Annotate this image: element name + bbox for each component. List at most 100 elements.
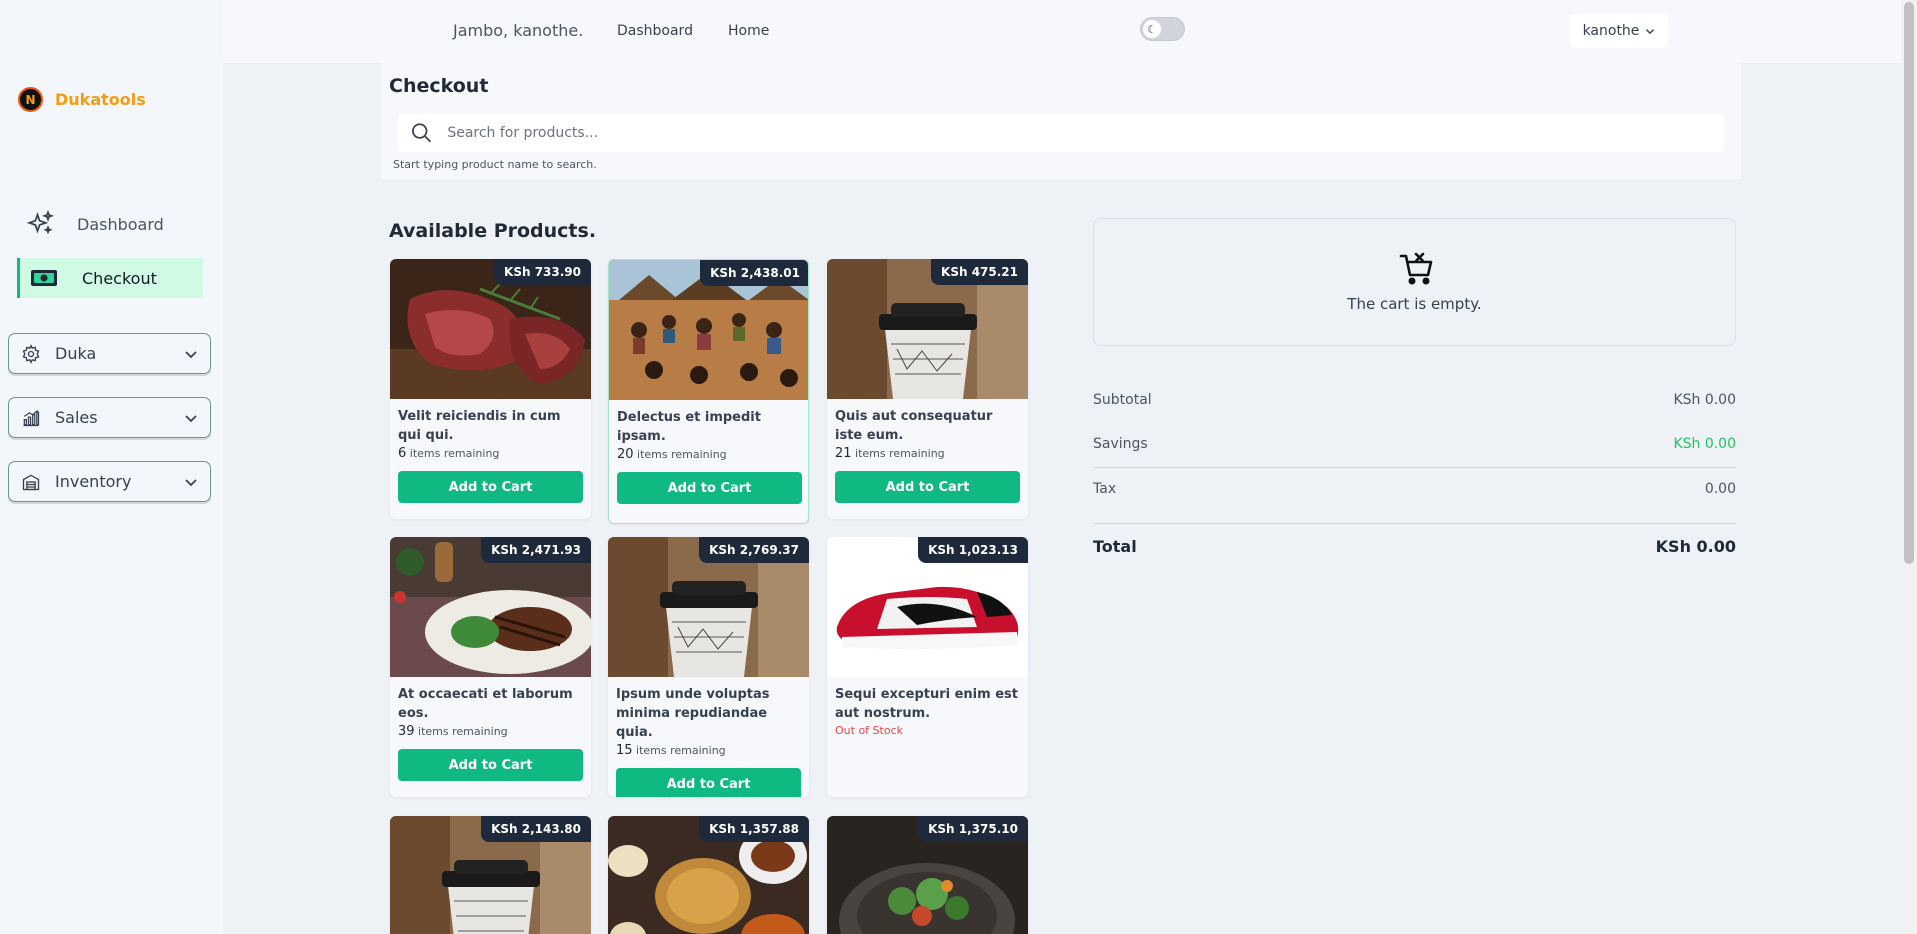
cart-panel: The cart is empty. bbox=[1093, 218, 1736, 346]
sidebar-group-duka[interactable]: Duka bbox=[8, 333, 211, 374]
tax-value: 0.00 bbox=[1704, 481, 1736, 497]
stock-label: items remaining bbox=[855, 447, 945, 460]
price-tag: KSh 475.21 bbox=[931, 259, 1028, 285]
brand-logo-icon: N bbox=[18, 87, 43, 112]
tax-row: Tax 0.00 bbox=[1093, 481, 1736, 497]
product-card[interactable]: KSh 1,023.13 Sequi excepturi enim est au… bbox=[827, 537, 1028, 797]
stock-label: items remaining bbox=[636, 744, 726, 757]
stock-info: 21 items remaining bbox=[835, 446, 1020, 461]
cart-x-icon bbox=[1399, 252, 1433, 285]
sidebar-item-checkout[interactable]: Checkout bbox=[17, 258, 203, 298]
product-name: Sequi excepturi enim est aut nostrum. bbox=[835, 687, 1018, 721]
top-bar: Jambo, kanothe. Dashboard Home ☾ kanothe bbox=[223, 0, 1901, 63]
product-card[interactable]: KSh 475.21 Quis aut consequatur iste eum… bbox=[827, 259, 1028, 519]
product-image[interactable]: KSh 1,023.13 bbox=[827, 537, 1028, 677]
add-to-cart-button[interactable]: Add to Cart bbox=[616, 768, 801, 797]
product-image[interactable]: KSh 2,769.37 bbox=[608, 537, 809, 677]
chevron-down-icon bbox=[185, 478, 197, 486]
product-card[interactable]: KSh 2,438.01 Delectus et impedit ipsam. … bbox=[608, 259, 809, 524]
subtotal-row: Subtotal KSh 0.00 bbox=[1093, 392, 1736, 408]
stock-count: 15 bbox=[616, 743, 633, 758]
gear-icon bbox=[22, 343, 40, 364]
product-image[interactable]: KSh 733.90 bbox=[390, 259, 591, 399]
price-tag: KSh 2,143.80 bbox=[481, 816, 591, 842]
moon-icon: ☾ bbox=[1143, 20, 1161, 38]
main-content: Checkout Start typing product name to se… bbox=[223, 63, 1901, 934]
add-to-cart-button[interactable]: Add to Cart bbox=[398, 749, 583, 781]
product-card[interactable]: KSh 2,471.93 At occaecati et laborum eos… bbox=[390, 537, 591, 797]
price-tag: KSh 733.90 bbox=[494, 259, 591, 285]
divider bbox=[1093, 467, 1736, 468]
product-name: Quis aut consequatur iste eum. bbox=[835, 409, 993, 443]
page-title: Checkout bbox=[389, 75, 489, 97]
user-menu-button[interactable]: kanothe bbox=[1570, 14, 1668, 48]
user-name: kanothe bbox=[1582, 23, 1640, 39]
product-image[interactable]: KSh 2,143.80 bbox=[390, 816, 591, 934]
sparkles-icon bbox=[27, 210, 55, 235]
greeting: Jambo, kanothe. bbox=[453, 21, 584, 40]
chevron-down-icon bbox=[1646, 29, 1655, 35]
stock-label: items remaining bbox=[637, 448, 727, 461]
price-tag: KSh 2,438.01 bbox=[700, 260, 808, 286]
product-image[interactable]: KSh 2,471.93 bbox=[390, 537, 591, 677]
product-image[interactable]: KSh 1,357.88 bbox=[608, 816, 809, 934]
sidebar-group-label: Duka bbox=[55, 344, 97, 363]
stock-info: 6 items remaining bbox=[398, 446, 583, 461]
sidebar-group-sales[interactable]: Sales bbox=[8, 397, 211, 438]
theme-toggle[interactable]: ☾ bbox=[1140, 17, 1185, 41]
products-section-title: Available Products. bbox=[389, 220, 597, 242]
product-card[interactable]: KSh 733.90 Velit reiciendis in cum qui q… bbox=[390, 259, 591, 519]
checkout-header: Checkout Start typing product name to se… bbox=[381, 63, 1741, 179]
product-name: Delectus et impedit ipsam. bbox=[617, 410, 761, 444]
product-card[interactable]: KSh 2,769.37 Ipsum unde voluptas minima … bbox=[608, 537, 809, 797]
add-to-cart-button[interactable]: Add to Cart bbox=[617, 472, 802, 504]
search-box[interactable] bbox=[398, 114, 1724, 152]
product-card[interactable]: KSh 1,357.88 bbox=[608, 816, 809, 934]
search-input[interactable] bbox=[447, 125, 1724, 141]
sidebar-item-label: Dashboard bbox=[77, 214, 164, 234]
subtotal-label: Subtotal bbox=[1093, 392, 1152, 408]
price-tag: KSh 2,769.37 bbox=[699, 537, 809, 563]
sidebar: N Dukatools Dashboard Checkout Duka Sale… bbox=[0, 0, 223, 934]
subtotal-value: KSh 0.00 bbox=[1673, 392, 1736, 408]
savings-row: Savings KSh 0.00 bbox=[1093, 436, 1736, 452]
brand-name: Dukatools bbox=[55, 90, 146, 109]
sidebar-group-label: Sales bbox=[55, 408, 98, 427]
stock-info: 20 items remaining bbox=[617, 447, 800, 462]
search-hint: Start typing product name to search. bbox=[393, 158, 597, 171]
scrollbar-thumb[interactable] bbox=[1904, 2, 1914, 564]
sidebar-item-dashboard[interactable]: Dashboard bbox=[17, 204, 203, 244]
product-card[interactable]: KSh 2,143.80 bbox=[390, 816, 591, 934]
chevron-down-icon bbox=[185, 414, 197, 422]
sidebar-group-inventory[interactable]: Inventory bbox=[8, 461, 211, 502]
product-image[interactable]: KSh 1,375.10 bbox=[827, 816, 1028, 934]
savings-label: Savings bbox=[1093, 436, 1148, 452]
top-link-home[interactable]: Home bbox=[728, 23, 769, 39]
stock-count: 6 bbox=[398, 446, 407, 461]
product-name: Velit reiciendis in cum qui qui. bbox=[398, 409, 561, 443]
total-row: Total KSh 0.00 bbox=[1093, 537, 1736, 556]
product-image[interactable]: KSh 475.21 bbox=[827, 259, 1028, 399]
add-to-cart-button[interactable]: Add to Cart bbox=[835, 471, 1020, 503]
chevron-down-icon bbox=[185, 350, 197, 358]
out-of-stock-label: Out of Stock bbox=[835, 724, 903, 737]
sidebar-group-label: Inventory bbox=[55, 472, 132, 491]
tax-label: Tax bbox=[1093, 481, 1117, 497]
cash-icon bbox=[31, 270, 57, 286]
price-tag: KSh 1,023.13 bbox=[918, 537, 1028, 563]
product-name: At occaecati et laborum eos. bbox=[398, 687, 573, 721]
add-to-cart-button[interactable]: Add to Cart bbox=[398, 471, 583, 503]
stock-label: items remaining bbox=[409, 447, 500, 460]
stock-info: 15 items remaining bbox=[616, 743, 801, 758]
stock-info: 39 items remaining bbox=[398, 724, 583, 739]
brand[interactable]: N Dukatools bbox=[18, 87, 146, 112]
bar-chart-icon bbox=[23, 409, 40, 426]
product-image[interactable]: KSh 2,438.01 bbox=[609, 260, 808, 400]
stock-count: 39 bbox=[398, 724, 415, 739]
savings-value: KSh 0.00 bbox=[1673, 436, 1736, 452]
product-card[interactable]: KSh 1,375.10 bbox=[827, 816, 1028, 934]
product-name: Ipsum unde voluptas minima repudiandae q… bbox=[616, 687, 770, 740]
top-link-dashboard[interactable]: Dashboard bbox=[617, 23, 693, 39]
sidebar-item-label: Checkout bbox=[82, 268, 157, 288]
page-scrollbar[interactable] bbox=[1901, 0, 1917, 934]
